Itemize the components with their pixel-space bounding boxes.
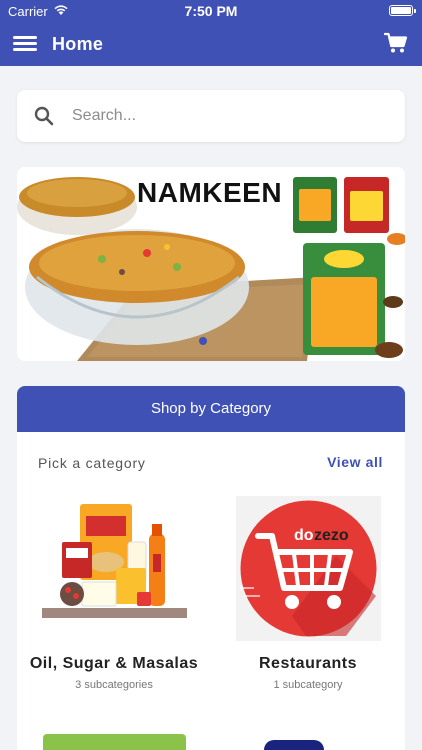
clock: 7:50 PM [184, 3, 238, 19]
category-name: Oil, Sugar & Masalas [29, 655, 199, 672]
page-title: Home [52, 34, 104, 54]
search-input[interactable] [72, 100, 392, 132]
battery-icon [389, 5, 416, 16]
carousel-indicator[interactable] [199, 337, 207, 345]
search-icon [34, 106, 54, 126]
category-card: Shop by Category Pick a category View al… [17, 386, 405, 750]
category-item-peek-left[interactable] [43, 734, 186, 750]
category-header: Shop by Category [17, 386, 405, 432]
search-bar[interactable] [17, 90, 405, 142]
category-item-oil-sugar-masalas[interactable]: Oil, Sugar & Masalas 3 subcategories [24, 496, 204, 691]
view-all-link[interactable]: View all [327, 454, 383, 470]
hamburger-menu-icon[interactable] [13, 34, 37, 52]
svg-text:do: do [294, 527, 314, 544]
svg-text:zezo: zezo [314, 527, 349, 544]
promo-banner[interactable]: NAMKEEN [17, 167, 405, 361]
shopping-cart-icon[interactable] [384, 32, 408, 54]
banner-title: NAMKEEN [137, 177, 283, 208]
pick-category-label: Pick a category [38, 455, 146, 471]
subcategory-count: 3 subcategories [75, 679, 153, 691]
category-name: Restaurants [259, 655, 357, 672]
subcategory-count: 1 subcategory [273, 679, 343, 691]
status-bar: Carrier 7:50 PM [0, 0, 422, 22]
category-image-restaurants: do zezo [235, 496, 381, 641]
app-bar: Home [0, 22, 422, 66]
category-item-peek-right[interactable] [264, 740, 324, 750]
category-image-groceries [41, 496, 187, 641]
category-item-restaurants[interactable]: do zezo Restaurants 1 subcategory [218, 496, 398, 691]
top-band: Carrier 7:50 PM Home [0, 0, 422, 66]
